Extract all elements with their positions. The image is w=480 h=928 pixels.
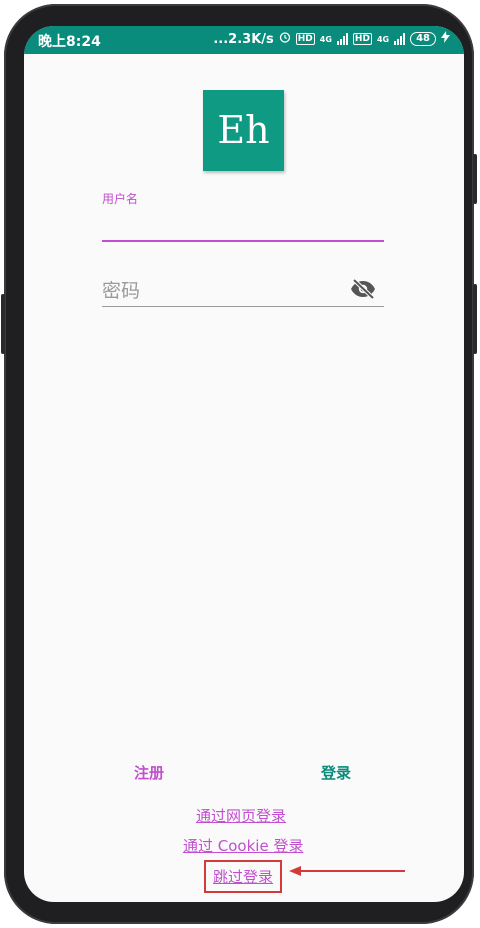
phone-side-button-left bbox=[1, 294, 5, 354]
network-type-2: 4G bbox=[376, 34, 390, 44]
hd-badge-2: HD bbox=[352, 33, 372, 45]
network-type-1: 4G bbox=[319, 34, 332, 44]
signal-icon-2 bbox=[394, 33, 406, 45]
eye-off-icon[interactable] bbox=[350, 278, 376, 300]
network-speed: ...2.3K/s bbox=[213, 31, 274, 47]
alarm-icon bbox=[279, 31, 291, 47]
username-label: 用户名 bbox=[102, 192, 139, 206]
login-button[interactable]: 登录 bbox=[321, 762, 351, 783]
username-input[interactable] bbox=[102, 212, 384, 242]
annotation-arrow-icon bbox=[289, 866, 405, 876]
register-button[interactable]: 注册 bbox=[134, 762, 164, 783]
hd-badge-1: HD bbox=[295, 33, 315, 45]
skip-login-link[interactable]: 跳过登录 bbox=[204, 860, 283, 893]
phone-side-button-right-top bbox=[473, 154, 477, 204]
signal-icon-1 bbox=[336, 33, 348, 45]
cookie-login-link[interactable]: 通过 Cookie 登录 bbox=[183, 835, 303, 856]
app-logo: Eh bbox=[203, 90, 284, 171]
status-icons: ...2.3K/s HD 4G HD 4G 48 bbox=[213, 31, 450, 47]
charging-icon bbox=[441, 31, 450, 47]
password-placeholder: 密码 bbox=[102, 280, 141, 302]
phone-frame: 晚上8:24 ...2.3K/s HD 4G HD 4G 48 Eh 用户名 密… bbox=[1, 4, 477, 924]
password-input[interactable]: 密码 bbox=[102, 272, 384, 307]
app-screen: 晚上8:24 ...2.3K/s HD 4G HD 4G 48 Eh 用户名 密… bbox=[24, 26, 464, 902]
status-time: 晚上8:24 bbox=[38, 34, 101, 50]
status-bar: 晚上8:24 ...2.3K/s HD 4G HD 4G 48 bbox=[24, 26, 464, 54]
phone-side-button-right bbox=[473, 284, 477, 354]
battery-indicator: 48 bbox=[410, 32, 436, 46]
web-login-link[interactable]: 通过网页登录 bbox=[196, 805, 286, 826]
